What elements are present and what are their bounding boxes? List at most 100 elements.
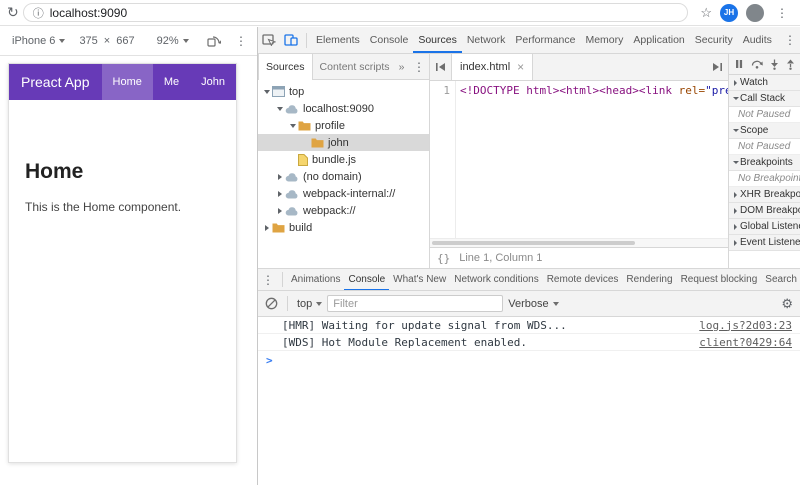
tree-item-webpack-internal[interactable]: webpack-internal:// bbox=[258, 185, 429, 202]
zoom-select[interactable]: 92% bbox=[157, 35, 189, 47]
tab-memory[interactable]: Memory bbox=[580, 27, 628, 53]
device-toolbar-menu-icon[interactable]: ⋮ bbox=[231, 34, 251, 48]
console-source-link[interactable]: log.js?2d03:23 bbox=[689, 319, 792, 332]
tab-network[interactable]: Network bbox=[462, 27, 511, 53]
drawer-tabbar: ⋮ Animations Console What's New Network … bbox=[258, 269, 800, 291]
drawer-tab-animations[interactable]: Animations bbox=[287, 269, 344, 290]
console-message-text: [WDS] Hot Module Replacement enabled. bbox=[282, 335, 528, 349]
tab-application[interactable]: Application bbox=[628, 27, 689, 53]
reload-icon[interactable]: ↻ bbox=[7, 4, 19, 21]
page-info-icon[interactable]: ⓘ bbox=[33, 5, 44, 21]
drawer-tab-search[interactable]: Search bbox=[761, 269, 800, 290]
disclosure-closed-icon bbox=[734, 207, 737, 214]
tree-item-build[interactable]: build bbox=[258, 219, 429, 236]
pretty-print-icon[interactable]: {} bbox=[437, 252, 450, 265]
close-tab-icon[interactable]: × bbox=[517, 60, 524, 74]
console-input[interactable]: > bbox=[258, 351, 800, 367]
section-watch[interactable]: Watch bbox=[729, 75, 800, 91]
source-code-area[interactable]: 1 <!DOCTYPE html><html><head><link rel="… bbox=[430, 81, 728, 247]
bookmark-star-icon[interactable]: ☆ bbox=[700, 5, 712, 21]
nav-item-me[interactable]: Me bbox=[153, 64, 190, 100]
section-dom-breakpoints[interactable]: DOM Breakpoints bbox=[729, 203, 800, 219]
section-label: Global Listeners bbox=[740, 221, 800, 232]
drawer-tab-request-blocking[interactable]: Request blocking bbox=[677, 269, 762, 290]
tree-item-localhost[interactable]: localhost:9090 bbox=[258, 100, 429, 117]
horizontal-scrollbar[interactable] bbox=[430, 238, 728, 247]
console-source-link[interactable]: client?0429:64 bbox=[689, 336, 792, 349]
devtools-menu-icon[interactable]: ⋮ bbox=[780, 33, 800, 47]
tab-elements[interactable]: Elements bbox=[311, 27, 365, 53]
console-context-value: top bbox=[297, 297, 313, 310]
tree-item-label: top bbox=[289, 85, 305, 98]
editor-tab-index-html[interactable]: index.html × bbox=[451, 54, 534, 80]
section-scope[interactable]: Scope bbox=[729, 123, 800, 139]
tab-audits[interactable]: Audits bbox=[738, 27, 777, 53]
device-emulation-pane: iPhone 6 375 × 667 92% ⋮ Preact App Home… bbox=[0, 27, 258, 485]
section-call-stack[interactable]: Call Stack bbox=[729, 91, 800, 107]
tab-console[interactable]: Console bbox=[365, 27, 414, 53]
tree-item-label: (no domain) bbox=[303, 170, 362, 183]
scrollbar-thumb[interactable] bbox=[432, 241, 635, 245]
url-bar[interactable]: ⓘ localhost:9090 bbox=[22, 3, 689, 22]
disclosure-closed-icon bbox=[278, 190, 282, 197]
step-out-icon[interactable] bbox=[786, 59, 795, 70]
tree-item-webpack[interactable]: webpack:// bbox=[258, 202, 429, 219]
hide-navigator-icon[interactable] bbox=[430, 62, 451, 72]
viewport-width-field[interactable]: 375 bbox=[79, 35, 97, 47]
console-settings-icon[interactable]: ⚙ bbox=[781, 296, 793, 312]
code-string: "preload" bbox=[705, 84, 728, 97]
more-tabs-icon[interactable]: » bbox=[397, 61, 407, 73]
nav-item-john[interactable]: John bbox=[190, 64, 236, 100]
tree-item-no-domain[interactable]: (no domain) bbox=[258, 168, 429, 185]
step-into-icon[interactable] bbox=[770, 59, 779, 70]
secondary-avatar[interactable] bbox=[746, 3, 764, 22]
drawer-tab-remote-devices[interactable]: Remote devices bbox=[543, 269, 623, 290]
console-context-select[interactable]: top bbox=[297, 297, 323, 310]
pause-icon[interactable] bbox=[734, 59, 744, 69]
editor-tab-label: index.html bbox=[460, 61, 511, 73]
rotate-viewport-icon[interactable] bbox=[207, 35, 221, 47]
step-over-icon[interactable] bbox=[751, 59, 763, 69]
tab-performance[interactable]: Performance bbox=[510, 27, 580, 53]
app-nav: Home Me John bbox=[101, 64, 236, 100]
browser-menu-icon[interactable]: ⋮ bbox=[772, 6, 792, 20]
caret-down-icon bbox=[552, 301, 559, 306]
console-filter-input[interactable] bbox=[327, 295, 504, 312]
viewport-height-field[interactable]: 667 bbox=[116, 35, 134, 47]
domain-cloud-icon bbox=[285, 172, 299, 182]
tree-item-profile[interactable]: profile bbox=[258, 117, 429, 134]
console-level-select[interactable]: Verbose bbox=[508, 298, 559, 310]
tree-item-label: profile bbox=[315, 119, 345, 132]
debugger-sidebar: Watch Call Stack Not Paused Scope Not Pa… bbox=[728, 54, 800, 268]
navigator-menu-icon[interactable]: ⋮ bbox=[409, 60, 429, 74]
tree-item-top[interactable]: top bbox=[258, 83, 429, 100]
drawer-tab-whats-new[interactable]: What's New bbox=[389, 269, 450, 290]
navigator-tab-sources[interactable]: Sources bbox=[258, 53, 313, 80]
folder-icon bbox=[298, 120, 311, 131]
tree-item-label: john bbox=[328, 136, 349, 149]
tree-item-john[interactable]: john bbox=[258, 134, 429, 151]
nav-item-home[interactable]: Home bbox=[101, 64, 153, 100]
caret-down-icon bbox=[182, 39, 189, 43]
drawer-menu-icon[interactable]: ⋮ bbox=[258, 273, 278, 287]
tree-item-bundle-js[interactable]: bundle.js bbox=[258, 151, 429, 168]
section-event-listener-breakpoints[interactable]: Event Listener Br bbox=[729, 235, 800, 251]
console-message: [WDS] Hot Module Replacement enabled. cl… bbox=[258, 334, 800, 351]
code-tag: <html> bbox=[559, 84, 600, 97]
section-breakpoints[interactable]: Breakpoints bbox=[729, 155, 800, 171]
code-tag: <link bbox=[638, 84, 679, 97]
tab-security[interactable]: Security bbox=[690, 27, 738, 53]
drawer-tab-console[interactable]: Console bbox=[344, 269, 389, 290]
profile-avatar[interactable]: JH bbox=[720, 3, 738, 22]
navigator-tab-content-scripts[interactable]: Content scripts bbox=[313, 54, 397, 80]
section-global-listeners[interactable]: Global Listeners bbox=[729, 219, 800, 235]
toggle-device-toolbar-icon[interactable] bbox=[280, 34, 302, 46]
drawer-tab-network-conditions[interactable]: Network conditions bbox=[450, 269, 542, 290]
device-select[interactable]: iPhone 6 bbox=[12, 35, 66, 47]
drawer-tab-rendering[interactable]: Rendering bbox=[622, 269, 676, 290]
inspect-element-icon[interactable] bbox=[258, 34, 280, 46]
clear-console-icon[interactable] bbox=[265, 297, 278, 310]
show-sidebar-icon[interactable] bbox=[707, 62, 728, 72]
tab-sources[interactable]: Sources bbox=[413, 27, 462, 53]
section-xhr-breakpoints[interactable]: XHR Breakpoints bbox=[729, 187, 800, 203]
